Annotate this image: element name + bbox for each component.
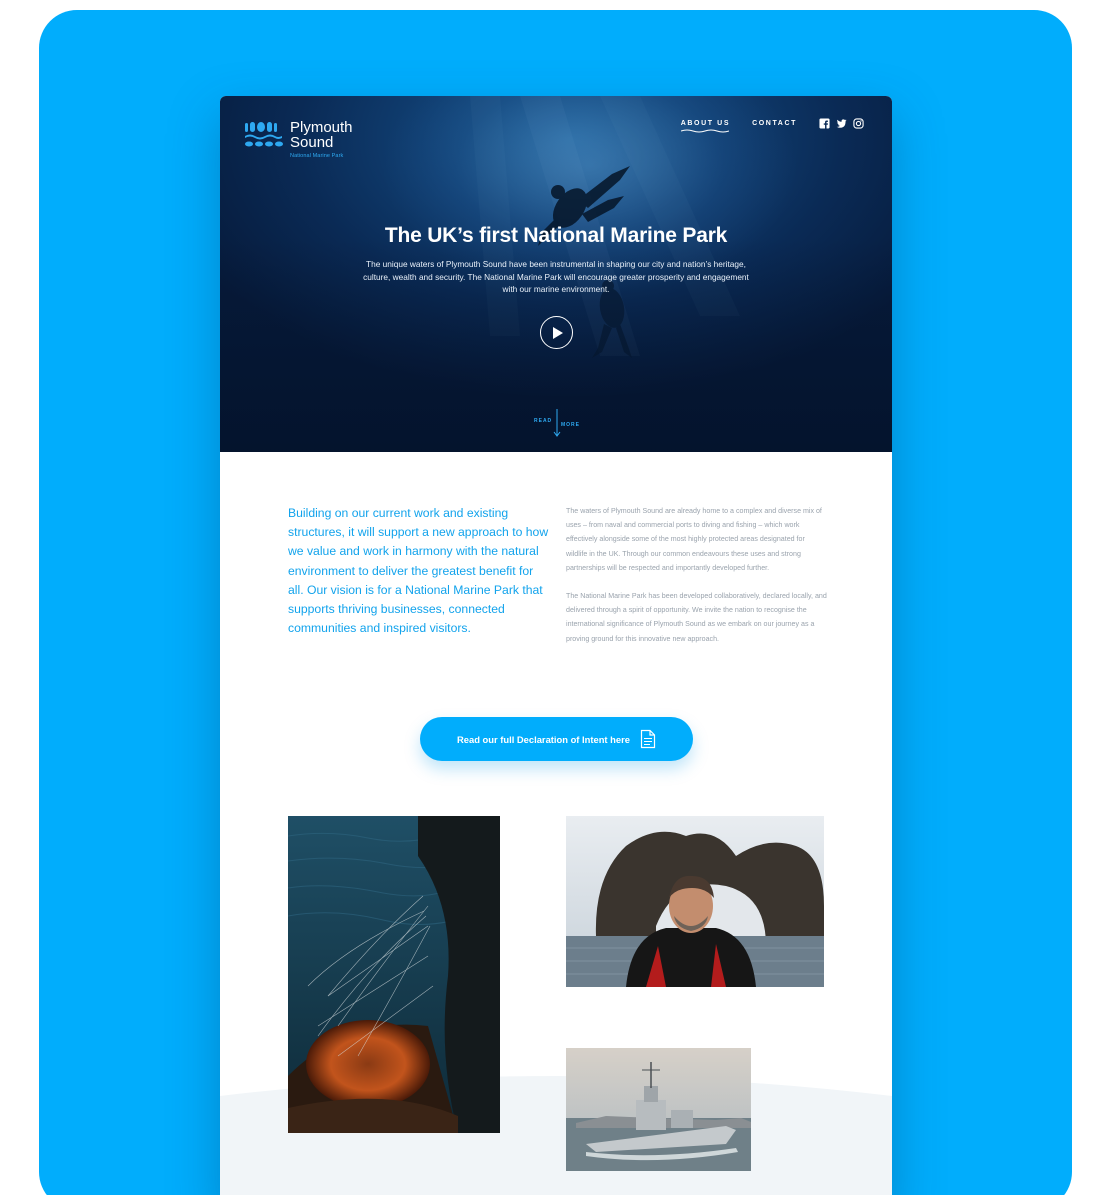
fishing-nets-photo xyxy=(288,816,500,1133)
naval-ship-photo xyxy=(566,1048,751,1171)
facebook-icon[interactable] xyxy=(819,118,830,129)
fish-wave-logo-icon xyxy=(245,122,283,147)
website-page: Plymouth Sound National Marine Park ABOU… xyxy=(220,96,892,1195)
hero-section: Plymouth Sound National Marine Park ABOU… xyxy=(220,96,892,452)
declaration-of-intent-button[interactable]: Read our full Declaration of Intent here xyxy=(420,717,693,761)
arrow-down-icon xyxy=(553,409,561,437)
nav-about-us[interactable]: ABOUT US xyxy=(681,120,730,127)
intro-body-column: The waters of Plymouth Sound are already… xyxy=(566,504,828,646)
logo-wordmark: Plymouth Sound National Marine Park xyxy=(290,120,353,160)
diver-portrait-photo xyxy=(566,816,824,987)
read-more-label-left: READ xyxy=(534,418,553,424)
intro-body-paragraph-1: The waters of Plymouth Sound are already… xyxy=(566,507,822,572)
declaration-button-label: Read our full Declaration of Intent here xyxy=(457,733,630,745)
document-icon xyxy=(640,729,656,749)
play-video-button[interactable] xyxy=(540,316,573,349)
intro-lead-paragraph: Building on our current work and existin… xyxy=(288,506,549,636)
social-links xyxy=(819,118,864,129)
twitter-icon[interactable] xyxy=(836,118,847,129)
play-icon xyxy=(553,327,563,339)
nav-contact[interactable]: CONTACT xyxy=(752,120,797,127)
hero-description: The unique waters of Plymouth Sound have… xyxy=(363,259,749,294)
logo-line-plymouth: Plymouth xyxy=(290,119,353,136)
site-logo[interactable]: Plymouth Sound National Marine Park xyxy=(244,120,353,160)
hero-title: The UK’s first National Marine Park xyxy=(384,224,728,247)
main-navigation: ABOUT US CONTACT xyxy=(680,118,864,133)
read-more-scroll-link[interactable]: READ MORE xyxy=(534,408,580,438)
read-more-label-right: MORE xyxy=(561,422,580,428)
active-nav-wave-underline xyxy=(680,129,729,133)
logo-line-sound: Sound xyxy=(290,134,334,151)
logo-subtitle: National Marine Park xyxy=(290,153,344,159)
instagram-icon[interactable] xyxy=(853,118,864,129)
intro-body-paragraph-2: The National Marine Park has been develo… xyxy=(566,592,827,643)
